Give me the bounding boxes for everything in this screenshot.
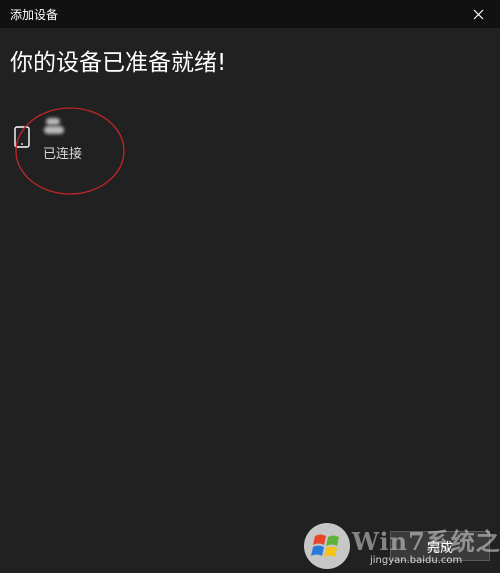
page-heading: 你的设备已准备就绪! [10,50,227,76]
device-entry[interactable]: 已连接 [14,116,134,166]
title-bar: 添加设备 [0,0,500,28]
close-icon [473,9,483,19]
close-button[interactable] [456,0,500,28]
phone-icon [14,126,30,148]
device-name-redacted [44,116,74,134]
device-status: 已连接 [43,147,83,162]
windows-logo-icon [304,523,350,569]
done-button[interactable]: 完成 [390,531,490,561]
window-title: 添加设备 [10,8,59,22]
